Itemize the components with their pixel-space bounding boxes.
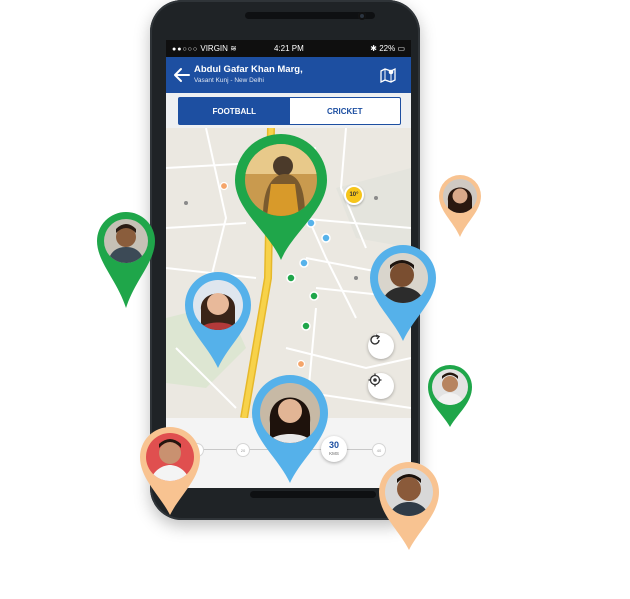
user-pin-blue-center[interactable] (183, 270, 253, 370)
user-pin-blue-right[interactable] (368, 243, 438, 343)
earpiece-speaker (245, 12, 375, 19)
back-arrow-icon[interactable] (172, 65, 192, 85)
app-header: Abdul Gafar Khan Marg, Vasant Kunj - New… (166, 57, 411, 93)
user-pin-green-right-small[interactable] (426, 363, 474, 429)
sport-tabs: FOOTBALL CRICKET (178, 97, 401, 125)
avatar (146, 433, 194, 481)
user-pin-green-large[interactable] (233, 132, 329, 262)
tab-football[interactable]: FOOTBALL (179, 98, 290, 124)
avatar (443, 179, 477, 213)
wifi-icon: ≋ (230, 44, 237, 53)
avatar (193, 280, 243, 330)
user-pin-peach-bottom-left[interactable] (138, 425, 202, 517)
avatar (260, 383, 320, 443)
status-time: 4:21 PM (274, 44, 304, 53)
avatar (104, 219, 148, 263)
bluetooth-icon: ✱ (370, 44, 377, 53)
weather-badge[interactable]: 10° (344, 185, 364, 205)
user-pin-green-left[interactable] (95, 210, 157, 310)
bottom-speaker (250, 491, 376, 498)
user-pin-blue-bottom[interactable] (250, 373, 330, 485)
location-title: Abdul Gafar Khan Marg, (194, 64, 303, 75)
slider-tick[interactable]: 40 (372, 443, 386, 457)
carrier-label: ●●○○○ VIRGIN ≋ (172, 44, 237, 53)
battery-icon: ▭ (397, 44, 405, 53)
signal-dots-icon: ●●○○○ (172, 46, 199, 53)
user-pin-peach-right-top[interactable] (437, 173, 483, 239)
locate-button[interactable] (368, 373, 394, 399)
slider-tick[interactable]: 20 (236, 443, 250, 457)
avatar (385, 468, 433, 516)
location-subtitle: Vasant Kunj - New Delhi (194, 77, 264, 84)
avatar (432, 369, 468, 405)
tab-cricket[interactable]: CRICKET (290, 98, 401, 124)
weather-temp: 10° (349, 192, 359, 198)
status-right: ✱ 22% ▭ (370, 44, 405, 53)
user-pin-peach-bottom-right[interactable] (377, 460, 441, 552)
battery-percent: 22% (379, 44, 396, 53)
map-view-icon[interactable] (379, 66, 397, 84)
front-camera (358, 12, 366, 20)
avatar (378, 253, 428, 303)
status-bar: ●●○○○ VIRGIN ≋ 4:21 PM ✱ 22% ▭ (166, 40, 411, 57)
avatar (245, 144, 317, 216)
